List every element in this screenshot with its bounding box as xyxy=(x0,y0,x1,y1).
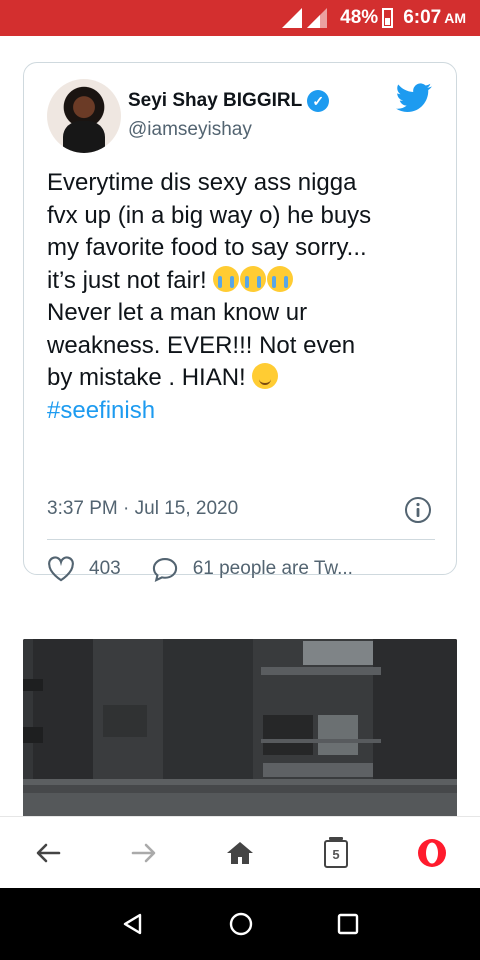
hashtag-link[interactable]: #seefinish xyxy=(47,395,442,428)
tweet-text-line: Everytime dis sexy ass nigga xyxy=(47,169,357,196)
forward-arrow-icon xyxy=(131,843,156,862)
home-icon xyxy=(227,841,253,864)
tweet-text-line: my favorite food to say sorry... xyxy=(47,234,367,261)
article-photo[interactable] xyxy=(23,639,457,816)
tab-count: 5 xyxy=(332,847,340,862)
twitter-bird-icon[interactable] xyxy=(396,83,432,113)
loudly-crying-face-icon xyxy=(267,265,294,292)
page-content[interactable]: Seyi Shay BIGGIRL ✓ @iamseyishay Everyti… xyxy=(0,36,480,816)
avatar[interactable] xyxy=(47,79,121,153)
tweet-text-line: weakness. EVER!!! Not even xyxy=(47,331,356,359)
author-display-name[interactable]: Seyi Shay BIGGIRL xyxy=(128,90,302,112)
tweet-text-line-with-emoji: by mistake . HIAN! xyxy=(47,362,442,395)
like-button[interactable]: 403 xyxy=(47,556,121,582)
reply-text: 61 people are Tw... xyxy=(192,558,353,579)
battery-icon xyxy=(382,8,394,28)
opera-logo-icon xyxy=(418,838,446,867)
embedded-tweet-card[interactable]: Seyi Shay BIGGIRL ✓ @iamseyishay Everyti… xyxy=(23,62,457,582)
opera-menu-button[interactable] xyxy=(402,823,462,883)
forward-button[interactable] xyxy=(114,823,174,883)
back-arrow-icon xyxy=(36,843,61,862)
author-handle[interactable]: @iamseyishay xyxy=(128,119,252,141)
avatar-figure xyxy=(63,121,105,153)
info-icon[interactable] xyxy=(404,496,432,524)
home-button[interactable] xyxy=(210,823,270,883)
clock-time: 6:07 xyxy=(403,7,442,28)
browser-bottom-bar: 5 xyxy=(0,816,480,888)
tweet-text: Everytime dis sexy ass nigga fvx up (in … xyxy=(47,167,442,427)
verified-badge-icon: ✓ xyxy=(307,90,330,112)
like-count: 403 xyxy=(89,558,121,579)
home-circle-icon[interactable] xyxy=(228,911,254,937)
tweet-text-fragment: by mistake . HIAN! xyxy=(47,364,246,391)
tweet-text-fragment: it’s just not fair! xyxy=(47,266,207,294)
tweet-actions: 403 61 people are Tw... xyxy=(47,556,353,582)
battery-percent: 48% xyxy=(340,7,379,28)
android-navigation-bar xyxy=(0,888,480,960)
tweet-text-line-with-emoji: it’s just not fair! xyxy=(47,265,442,298)
tweet-timestamp[interactable]: 3:37 PM · Jul 15, 2020 xyxy=(47,498,238,520)
smirking-face-icon xyxy=(252,363,279,389)
back-triangle-icon[interactable] xyxy=(121,912,145,936)
back-button[interactable] xyxy=(18,823,78,883)
tweet-text-line: Never let a man know ur xyxy=(47,299,308,326)
tweet-divider xyxy=(47,539,435,540)
loudly-crying-face-icon xyxy=(213,265,240,292)
clock-ampm: AM xyxy=(444,10,466,26)
loudly-crying-face-icon xyxy=(240,265,267,292)
tabs-button[interactable]: 5 xyxy=(306,823,366,883)
heart-icon xyxy=(48,556,74,582)
author-name-row[interactable]: Seyi Shay BIGGIRL ✓ xyxy=(128,90,330,112)
recents-square-icon[interactable] xyxy=(337,913,359,935)
reply-button[interactable]: 61 people are Tw... xyxy=(151,556,353,582)
building-photo-image xyxy=(23,639,457,816)
status-bar: 48% 6:07 AM xyxy=(0,0,480,36)
signal-icon xyxy=(282,7,330,29)
speech-bubble-icon xyxy=(152,558,177,582)
tweet-text-line: fvx up (in a big way o) he buys xyxy=(47,201,372,229)
